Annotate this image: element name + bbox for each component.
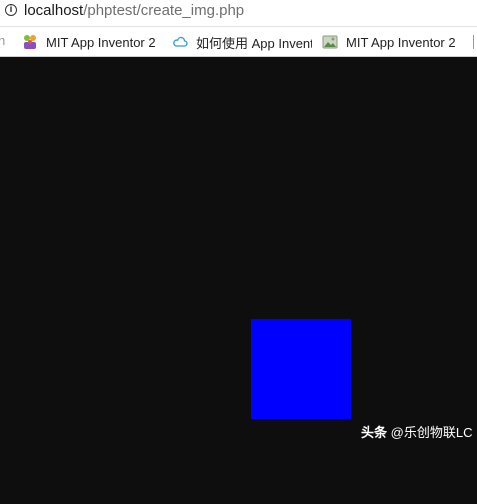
bookmark-item-mit-app-inventor-2[interactable]: MIT App Inventor 2 xyxy=(322,33,462,51)
bookmark-label: MIT App Inventor 2 xyxy=(46,34,156,50)
bookmark-label: 如何使用 App Invent xyxy=(196,35,312,51)
bookmark-label: MIT App Inventor 2 xyxy=(346,34,456,50)
url-text[interactable]: localhost/phptest/create_img.php xyxy=(24,2,244,20)
bookmark-item-mit-app-inventor[interactable]: MIT App Inventor 2 xyxy=(22,33,162,51)
address-bar[interactable]: i localhost/phptest/create_img.php xyxy=(0,0,477,26)
bookmarks-separator xyxy=(473,35,474,49)
mit-app-inventor-icon xyxy=(24,35,36,49)
cloud-icon xyxy=(173,36,188,47)
watermark-brand: 头条 xyxy=(361,425,388,440)
url-host: localhost xyxy=(24,2,84,19)
watermark-handle: @乐创物联LC xyxy=(390,425,473,440)
url-path: /phptest/create_img.php xyxy=(83,2,245,19)
info-icon[interactable]: i xyxy=(5,4,17,16)
bookmarks-bar: h MIT App Inventor 2 如何使用 App Invent MIT… xyxy=(0,26,477,57)
image-icon xyxy=(322,35,338,49)
watermark: 头条 @乐创物联LC xyxy=(361,422,472,441)
bookmark-item-how-to-use-app-inventor[interactable]: 如何使用 App Invent xyxy=(172,33,312,51)
bookmark-overflow-fragment[interactable]: h xyxy=(0,33,5,48)
blue-square xyxy=(251,319,351,419)
